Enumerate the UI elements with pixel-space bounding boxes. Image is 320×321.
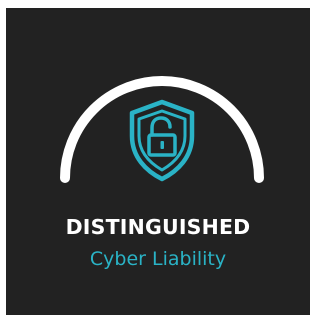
badge-subtitle: Cyber Liability (89, 248, 227, 270)
unlocked-padlock-icon (147, 116, 177, 157)
badge-title: DISTINGUISHED (65, 215, 251, 239)
badge-arc (60, 76, 264, 183)
distinguished-badge: DISTINGUISHED Cyber Liability (6, 8, 310, 315)
shield-icon (129, 99, 195, 182)
